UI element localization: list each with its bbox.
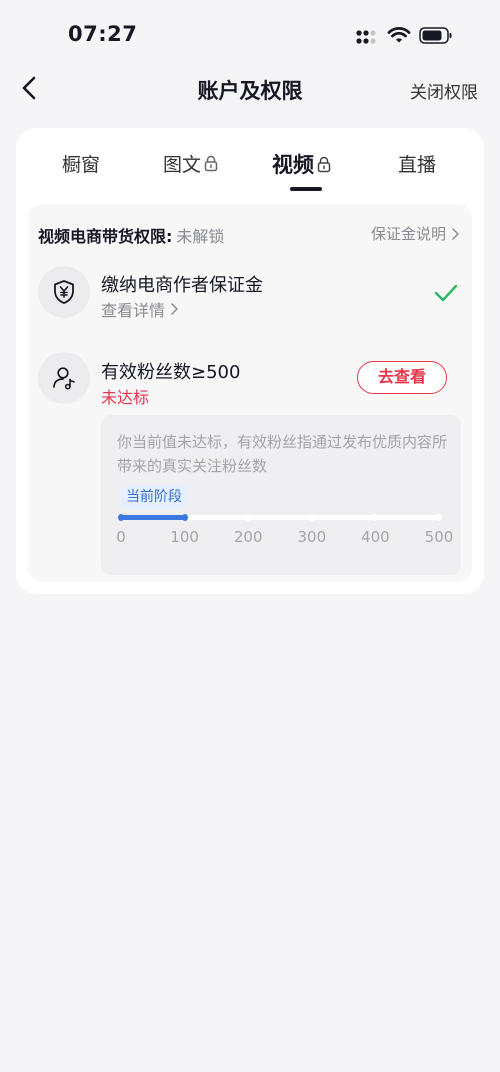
battery-icon xyxy=(419,27,452,44)
status-bar: 07:27 xyxy=(0,0,500,64)
fans-info-text: 你当前值未达标，有效粉丝指通过发布优质内容所带来的真实关注粉丝数 xyxy=(117,433,448,475)
deposit-explanation-link[interactable]: 保证金说明 xyxy=(371,223,460,244)
lock-icon xyxy=(204,155,218,172)
progress-tick-label: 200 xyxy=(233,528,263,546)
tab-label: 图文 xyxy=(163,154,202,176)
deposit-explanation-label: 保证金说明 xyxy=(370,225,446,243)
active-tab-indicator xyxy=(290,187,322,191)
deposit-icon-container xyxy=(38,266,90,318)
progress-tick-label: 500 xyxy=(424,528,454,546)
tab-bar: 橱窗 图文 视频 直播 xyxy=(16,128,484,198)
cellular-signal-icon xyxy=(356,30,376,44)
progress-tick xyxy=(372,514,379,521)
progress-tick xyxy=(181,514,188,521)
nav-bar: 账户及权限 关闭权限 xyxy=(0,64,500,114)
tab-label: 直播 xyxy=(398,154,437,176)
fans-progress-fill xyxy=(121,515,185,520)
tab-label: 橱窗 xyxy=(62,154,101,176)
progress-tick xyxy=(118,514,124,521)
fans-progress-box: 你当前值未达标，有效粉丝指通过发布优质内容所带来的真实关注粉丝数 当前阶段 0 1… xyxy=(101,415,461,575)
deposit-details-link[interactable]: 查看详情 xyxy=(101,297,179,321)
progress-tick-label: 400 xyxy=(361,528,390,546)
shield-yen-icon xyxy=(54,280,74,304)
tab-live[interactable]: 直播 xyxy=(398,150,436,177)
fans-icon-container xyxy=(38,352,90,404)
progress-tick xyxy=(308,514,315,521)
permission-header: 视频电商带货权限: 未解锁 xyxy=(38,223,224,247)
go-check-button[interactable]: 去查看 xyxy=(357,361,447,394)
fans-requirement-title: 有效粉丝数≥500 xyxy=(101,362,241,383)
fans-requirement-status: 未达标 xyxy=(101,388,150,407)
chevron-right-icon xyxy=(171,303,178,315)
fans-progress-track xyxy=(118,514,442,521)
chevron-right-icon xyxy=(452,227,459,240)
check-icon xyxy=(434,284,458,302)
lock-icon xyxy=(317,156,331,172)
progress-tick-label: 100 xyxy=(170,528,199,546)
close-permission-button[interactable]: 关闭权限 xyxy=(410,78,478,103)
user-music-icon xyxy=(53,367,75,390)
current-stage-tag: 当前阶段 xyxy=(121,485,187,509)
progress-tick xyxy=(245,514,252,521)
tab-graphic[interactable]: 图文 xyxy=(163,150,219,177)
permission-status: 未解锁 xyxy=(176,227,225,246)
progress-tick xyxy=(436,514,442,521)
permission-card: 橱窗 图文 视频 直播 视频电商带货权限: 未解锁 保证金说明 缴纳电商作者保证… xyxy=(16,128,484,594)
deposit-title: 缴纳电商作者保证金 xyxy=(101,275,263,296)
progress-tick-label: 300 xyxy=(297,528,327,546)
wifi-icon xyxy=(387,26,411,43)
progress-tick-label: 0 xyxy=(116,528,126,546)
permission-panel: 视频电商带货权限: 未解锁 保证金说明 缴纳电商作者保证金 查看详情 有效粉丝数… xyxy=(28,204,472,582)
permission-label: 视频电商带货权限: xyxy=(38,227,173,246)
tab-label: 视频 xyxy=(272,153,314,177)
deposit-details-label: 查看详情 xyxy=(101,301,166,320)
tab-showcase[interactable]: 橱窗 xyxy=(62,150,100,177)
tab-video[interactable]: 视频 xyxy=(272,149,332,179)
status-time: 07:27 xyxy=(68,22,138,46)
